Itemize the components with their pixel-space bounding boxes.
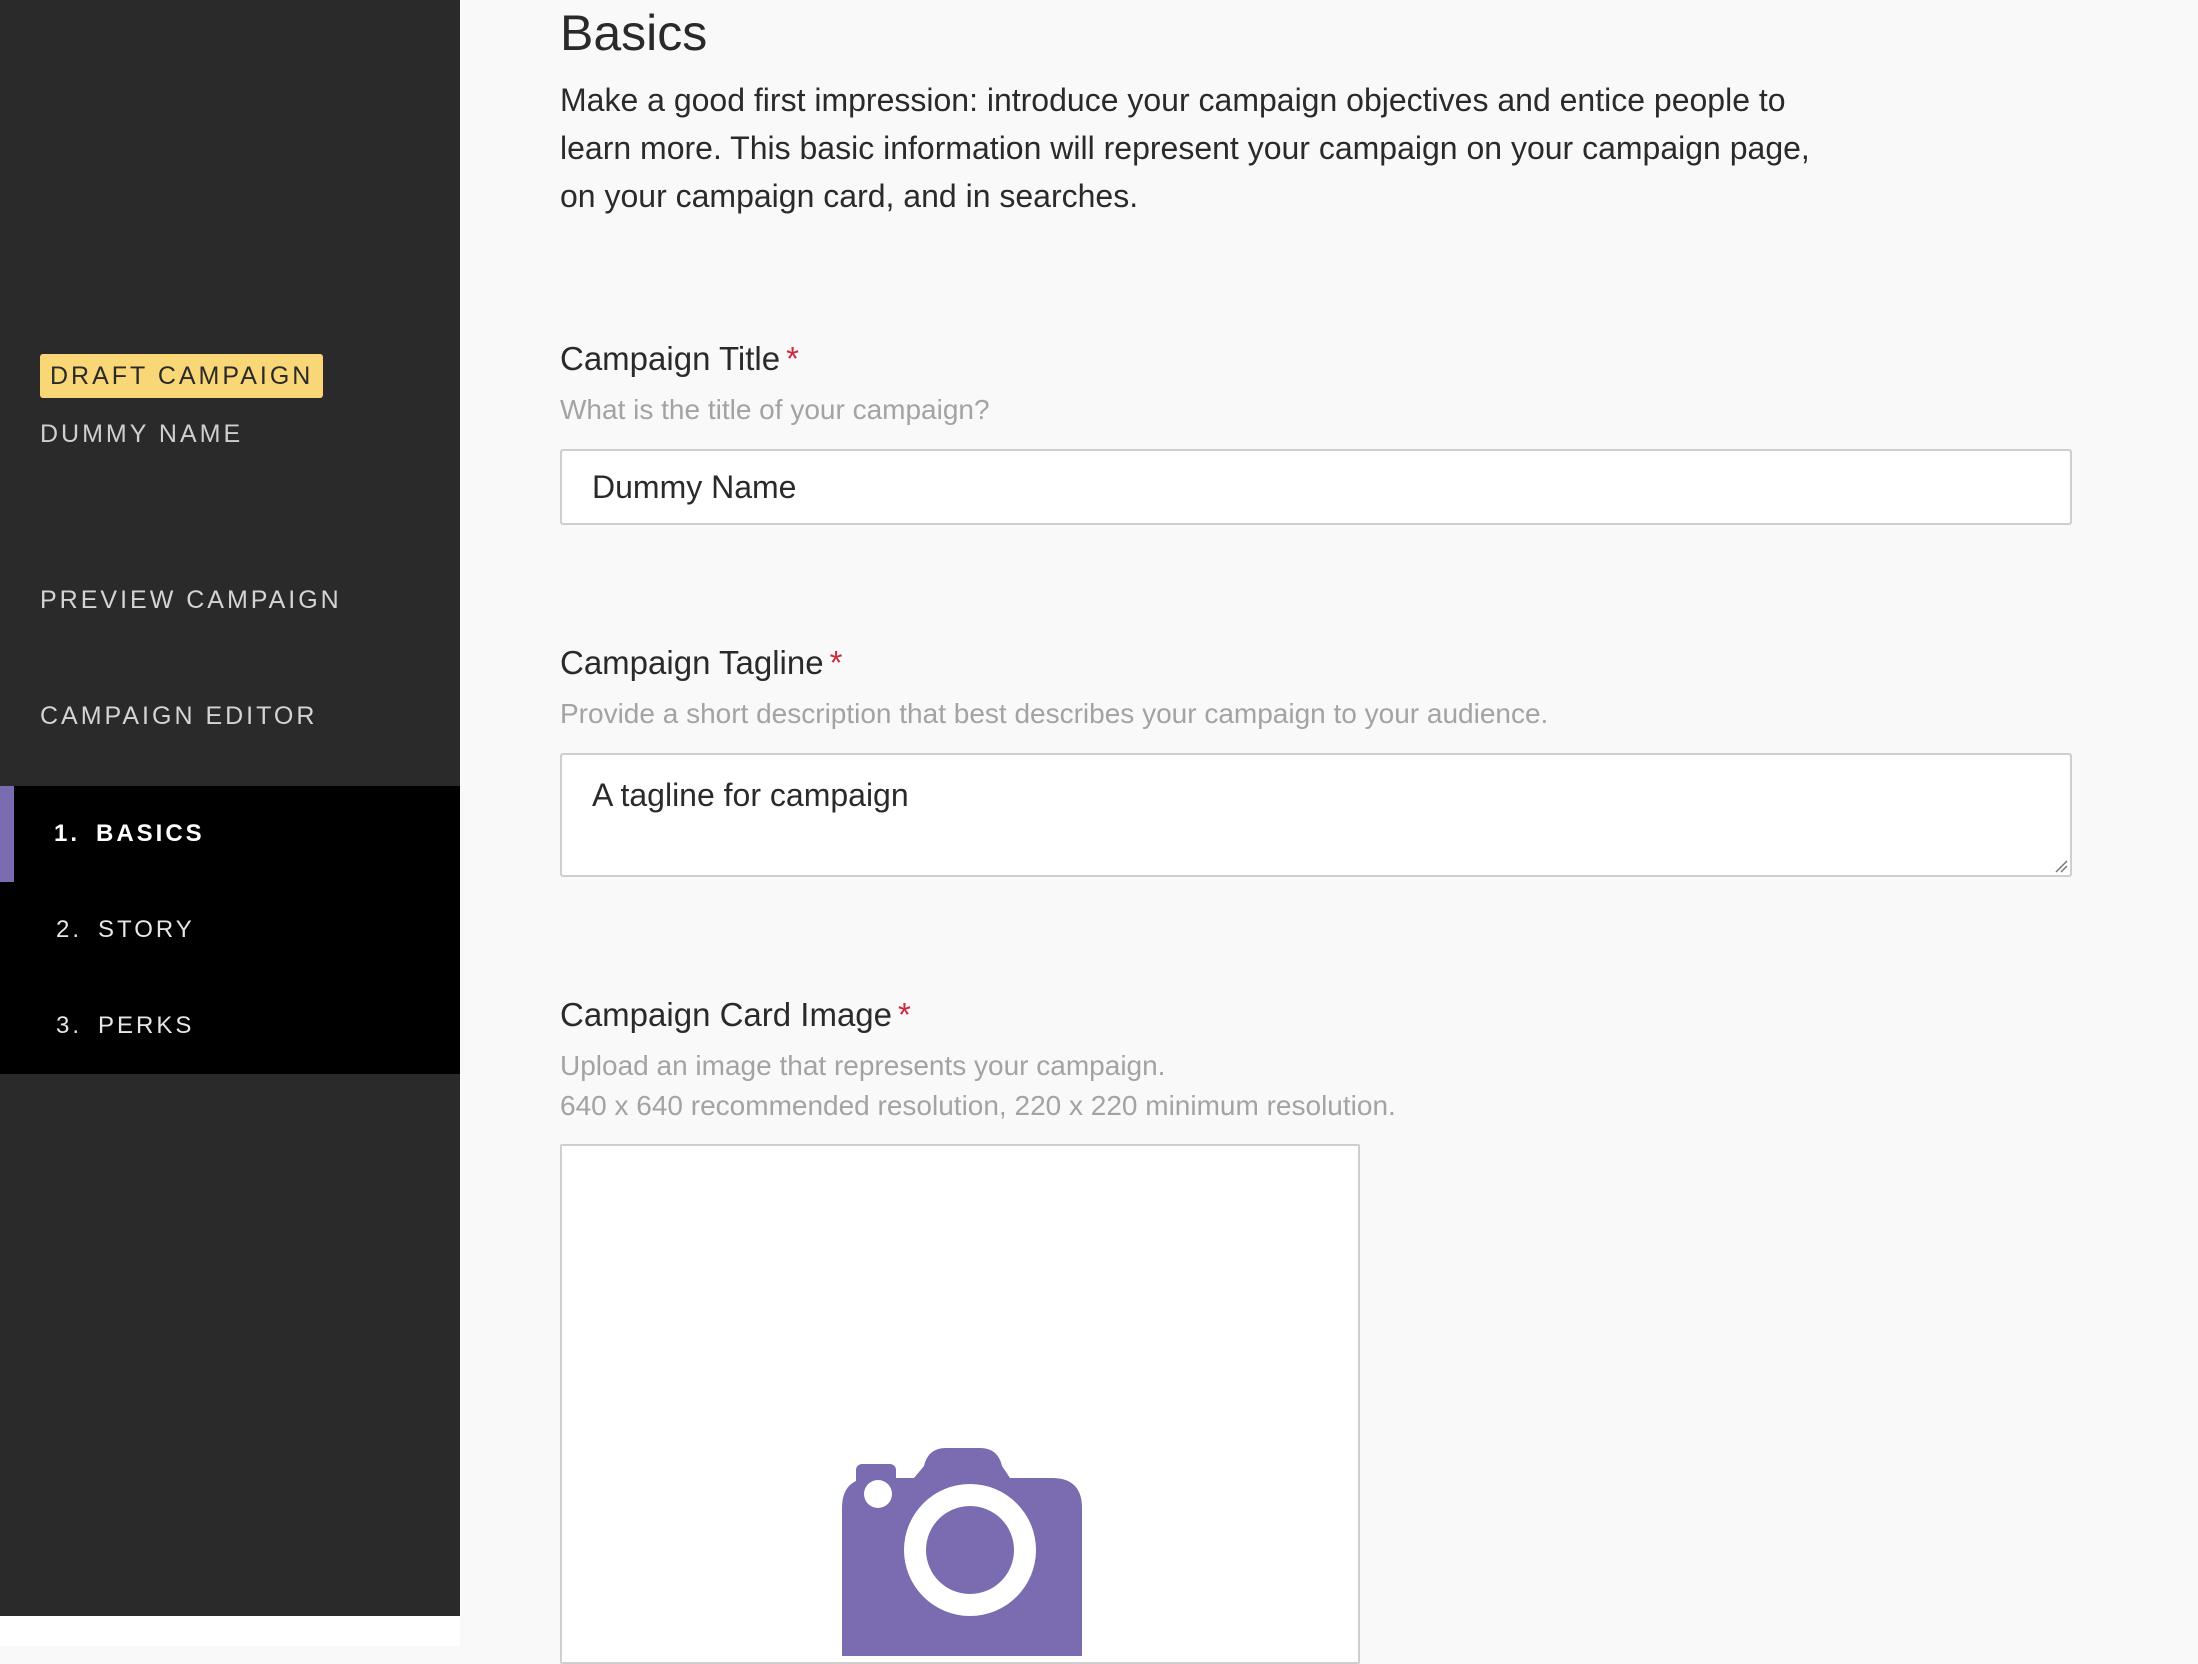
campaign-card-image-label: Campaign Card Image * xyxy=(560,996,911,1034)
campaign-tagline-help: Provide a short description that best de… xyxy=(560,698,1549,729)
preview-campaign-link[interactable]: PREVIEW CAMPAIGN xyxy=(40,586,342,615)
field-label-text: Campaign Card Image xyxy=(560,996,892,1033)
required-marker: * xyxy=(829,644,843,681)
campaign-name-label: DUMMY NAME xyxy=(40,420,244,448)
active-step-indicator xyxy=(0,786,14,882)
step-label: BASICS xyxy=(96,820,205,847)
page-title: Basics xyxy=(560,5,708,61)
sidebar-footer-strip xyxy=(0,1616,460,1646)
editor-steps-list: 1. BASICS 2. STORY 3. PERKS xyxy=(0,786,460,1074)
campaign-tagline-label: Campaign Tagline * xyxy=(560,644,842,682)
field-label-text: Campaign Tagline xyxy=(560,644,824,681)
page-intro: Make a good first impression: introduce … xyxy=(560,82,1810,214)
step-number: 1. xyxy=(54,820,81,847)
required-marker: * xyxy=(898,996,911,1033)
step-perks[interactable]: 3. PERKS xyxy=(0,978,460,1074)
step-basics[interactable]: 1. BASICS xyxy=(0,786,460,882)
resize-grip-icon[interactable] xyxy=(2052,857,2068,873)
step-number: 3. xyxy=(56,1012,83,1039)
card-image-upload-area[interactable] xyxy=(560,1144,1360,1664)
field-label-text: Campaign Title xyxy=(560,340,781,377)
campaign-card-image-resolution-help: 640 x 640 recommended resolution, 220 x … xyxy=(560,1090,1396,1121)
sidebar: DRAFT CAMPAIGN DUMMY NAME PREVIEW CAMPAI… xyxy=(0,0,460,1616)
campaign-editor-link[interactable]: CAMPAIGN EDITOR xyxy=(40,702,317,731)
draft-campaign-badge: DRAFT CAMPAIGN xyxy=(40,354,324,398)
step-number: 2. xyxy=(56,916,83,943)
campaign-card-image-help: Upload an image that represents your cam… xyxy=(560,1050,1166,1081)
campaign-title-input[interactable] xyxy=(560,449,2072,525)
campaign-title-label: Campaign Title * xyxy=(560,340,799,378)
step-story[interactable]: 2. STORY xyxy=(0,882,460,978)
camera-icon xyxy=(842,1448,1082,1656)
step-label: PERKS xyxy=(98,1012,195,1039)
campaign-title-help: What is the title of your campaign? xyxy=(560,394,990,425)
required-marker: * xyxy=(786,340,799,377)
campaign-tagline-textarea[interactable]: A tagline for campaign xyxy=(560,753,2072,877)
step-label: STORY xyxy=(98,916,195,943)
